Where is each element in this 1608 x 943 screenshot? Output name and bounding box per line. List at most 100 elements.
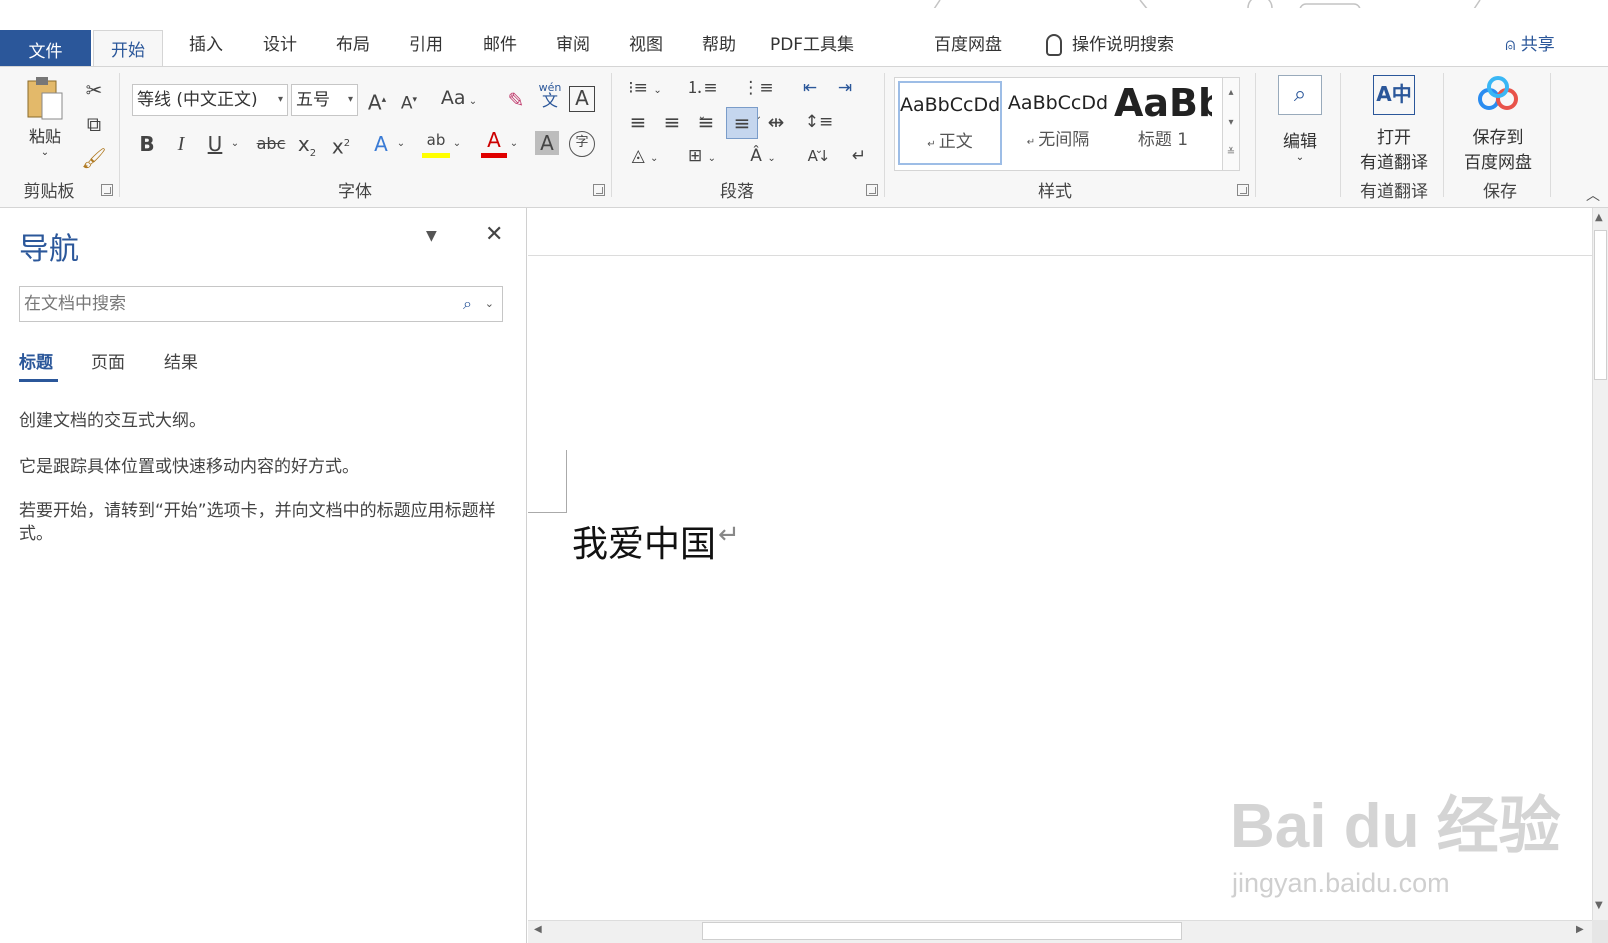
font-dialog-launcher[interactable] bbox=[593, 184, 605, 196]
character-shading-icon[interactable]: A bbox=[535, 131, 559, 155]
text-effects-icon[interactable]: A bbox=[368, 131, 394, 157]
style-no-spacing[interactable]: AaBbCcDd ↵ 无间隔 bbox=[1006, 81, 1110, 165]
clipboard-icon bbox=[27, 77, 63, 120]
nav-pane-title: 导航 bbox=[19, 232, 79, 267]
enclose-characters-icon[interactable]: 字 bbox=[569, 131, 595, 157]
nav-tab-pages[interactable]: 页面 bbox=[91, 348, 125, 373]
scroll-up-icon[interactable]: ▴ bbox=[1223, 78, 1239, 108]
scroll-left-icon[interactable]: ◀ bbox=[534, 924, 542, 935]
paste-button[interactable]: 粘贴 ⌄ bbox=[14, 75, 76, 175]
styles-dialog-launcher[interactable] bbox=[1237, 184, 1249, 196]
scroll-up-icon[interactable]: ▲ bbox=[1595, 212, 1603, 223]
baidu-watermark-logo: Bai du 经验 bbox=[1230, 792, 1561, 861]
align-center-icon[interactable]: ≡ bbox=[658, 109, 686, 135]
font-group-label: 字体 bbox=[338, 182, 372, 202]
clipboard-dialog-launcher[interactable] bbox=[101, 184, 113, 196]
distributed-icon[interactable]: ⇹ bbox=[762, 109, 790, 135]
horizontal-scroll-thumb[interactable] bbox=[702, 922, 1182, 940]
nav-tab-results[interactable]: 结果 bbox=[164, 348, 198, 373]
font-size-combo[interactable]: 五号 ▾ bbox=[291, 84, 358, 116]
chevron-down-icon: ⌄ bbox=[1295, 152, 1305, 163]
style-normal[interactable]: AaBbCcDd ↵ 正文 bbox=[898, 81, 1002, 165]
subscript-icon[interactable]: x2 bbox=[294, 131, 320, 167]
bold-icon[interactable]: B bbox=[135, 131, 159, 157]
paragraph-group-label: 段落 bbox=[720, 182, 754, 202]
save-group-label: 保存 bbox=[1483, 182, 1517, 202]
editing-button[interactable]: ⌕ 编辑 ⌄ bbox=[1268, 75, 1332, 175]
paragraph-mark: ↵ bbox=[718, 520, 740, 550]
group-separator bbox=[611, 73, 612, 197]
youdao-translate-button[interactable]: A中 打开 有道翻译 bbox=[1346, 75, 1442, 175]
more-styles-icon[interactable]: ≚ bbox=[1223, 138, 1239, 168]
nav-tab-headings[interactable]: 标题 bbox=[19, 348, 53, 373]
increase-indent-icon[interactable]: ⇥ bbox=[831, 75, 859, 101]
show-hide-marks-icon[interactable]: ↵ bbox=[846, 143, 872, 169]
baidu-watermark-url: jingyan.baidu.com bbox=[1232, 868, 1450, 898]
clear-formatting-icon[interactable]: ✎ bbox=[503, 87, 529, 113]
scroll-down-icon[interactable]: ▾ bbox=[1223, 108, 1239, 138]
chevron-down-icon: ▾ bbox=[277, 94, 283, 105]
format-painter-icon[interactable]: 🖌 bbox=[80, 145, 108, 171]
shrink-font-icon[interactable]: A▾ bbox=[396, 87, 422, 117]
group-separator bbox=[1443, 73, 1444, 197]
search-icon: ⌕ bbox=[1278, 75, 1322, 115]
youdao-group-label: 有道翻译 bbox=[1360, 182, 1428, 202]
copy-icon[interactable]: ⧉ bbox=[80, 111, 108, 137]
scroll-down-icon[interactable]: ▼ bbox=[1595, 900, 1603, 911]
group-separator bbox=[884, 73, 885, 197]
margin-corner-mark bbox=[566, 450, 567, 512]
styles-gallery-scroller[interactable]: ▴ ▾ ≚ bbox=[1222, 77, 1240, 171]
asian-layout-icon[interactable]: Â ⌄ bbox=[742, 143, 784, 172]
phonetic-guide-button[interactable]: wén 文 bbox=[536, 81, 564, 109]
change-case-button[interactable]: Aa ⌄ bbox=[436, 85, 482, 115]
search-icon[interactable]: ⌕ bbox=[463, 287, 472, 321]
shading-icon[interactable]: ◬ ⌄ bbox=[624, 143, 666, 172]
highlight-icon[interactable]: ab bbox=[422, 127, 450, 158]
vertical-scroll-thumb[interactable] bbox=[1594, 230, 1607, 380]
character-border-icon[interactable]: A bbox=[569, 86, 595, 112]
scroll-right-icon[interactable]: ▶ bbox=[1576, 924, 1584, 935]
clipboard-group-label: 剪贴板 bbox=[23, 182, 75, 202]
lightbulb-icon bbox=[1046, 34, 1062, 56]
active-tab-indicator bbox=[19, 379, 58, 382]
save-to-baidu-button[interactable]: 保存到 百度网盘 bbox=[1448, 75, 1548, 175]
chevron-down-icon[interactable]: ⌄ bbox=[394, 131, 408, 157]
translate-icon: A中 bbox=[1373, 75, 1415, 115]
style-heading-1[interactable]: AaBb 标题 1 bbox=[1114, 81, 1212, 165]
decrease-indent-icon[interactable]: ⇤ bbox=[796, 75, 824, 101]
align-right-icon[interactable]: ≡ bbox=[692, 109, 720, 135]
document-text[interactable]: 我爱中国 bbox=[572, 515, 716, 567]
chevron-down-icon[interactable]: ⌄ bbox=[450, 131, 464, 157]
cut-icon[interactable]: ✂ bbox=[80, 77, 108, 103]
person-add-icon: ⍝ bbox=[1505, 35, 1521, 55]
nav-help-text-3: 若要开始，请转到“开始”选项卡，并向文档中的标题应用标题样式。 bbox=[19, 501, 496, 544]
chevron-down-icon[interactable]: ⌄ bbox=[507, 131, 521, 157]
group-separator bbox=[1550, 73, 1551, 197]
paragraph-dialog-launcher[interactable] bbox=[866, 184, 878, 196]
collapse-ribbon-icon[interactable]: ︿ bbox=[1586, 185, 1600, 205]
page-top-margin-line bbox=[528, 255, 1592, 256]
ribbon-tab-bar: 文件 开始 插入 设计 布局 引用 邮件 审阅 视图 帮助 PDF工具集 百度网… bbox=[0, 8, 1608, 74]
chevron-down-icon[interactable]: ⌄ bbox=[228, 131, 242, 157]
group-separator bbox=[119, 73, 120, 197]
justify-icon[interactable]: ≡ bbox=[726, 107, 758, 139]
nav-options-chevron-icon[interactable]: ▼ bbox=[426, 228, 437, 244]
italic-icon[interactable]: I bbox=[169, 131, 193, 157]
margin-corner-mark bbox=[528, 512, 567, 513]
underline-icon[interactable]: U bbox=[203, 131, 227, 157]
superscript-icon[interactable]: x2 bbox=[328, 131, 354, 160]
font-color-icon[interactable]: A bbox=[481, 127, 507, 158]
nav-search-input[interactable]: 在文档中搜索 ⌕ ⌄ bbox=[19, 286, 503, 322]
borders-icon[interactable]: ⊞ ⌄ bbox=[681, 143, 723, 172]
chevron-down-icon[interactable]: ⌄ bbox=[485, 287, 494, 321]
font-name-combo[interactable]: 等线 (中文正文) ▾ bbox=[132, 84, 288, 116]
baidu-netdisk-icon bbox=[1478, 76, 1518, 110]
align-left-icon[interactable]: ≡ bbox=[624, 109, 652, 135]
navigation-pane: 导航 ▼ ✕ 在文档中搜索 ⌕ ⌄ 标题 页面 结果 创建文档的交互式大纲。 它… bbox=[0, 208, 527, 943]
styles-group-label: 样式 bbox=[1038, 182, 1072, 202]
strikethrough-icon[interactable]: abc bbox=[256, 131, 286, 157]
sort-icon[interactable]: A↓ bbox=[806, 143, 832, 169]
grow-font-icon[interactable]: A▴ bbox=[364, 87, 390, 116]
close-icon[interactable]: ✕ bbox=[485, 222, 503, 247]
bullets-icon[interactable]: ⁝≡ ⌄ bbox=[624, 75, 666, 104]
